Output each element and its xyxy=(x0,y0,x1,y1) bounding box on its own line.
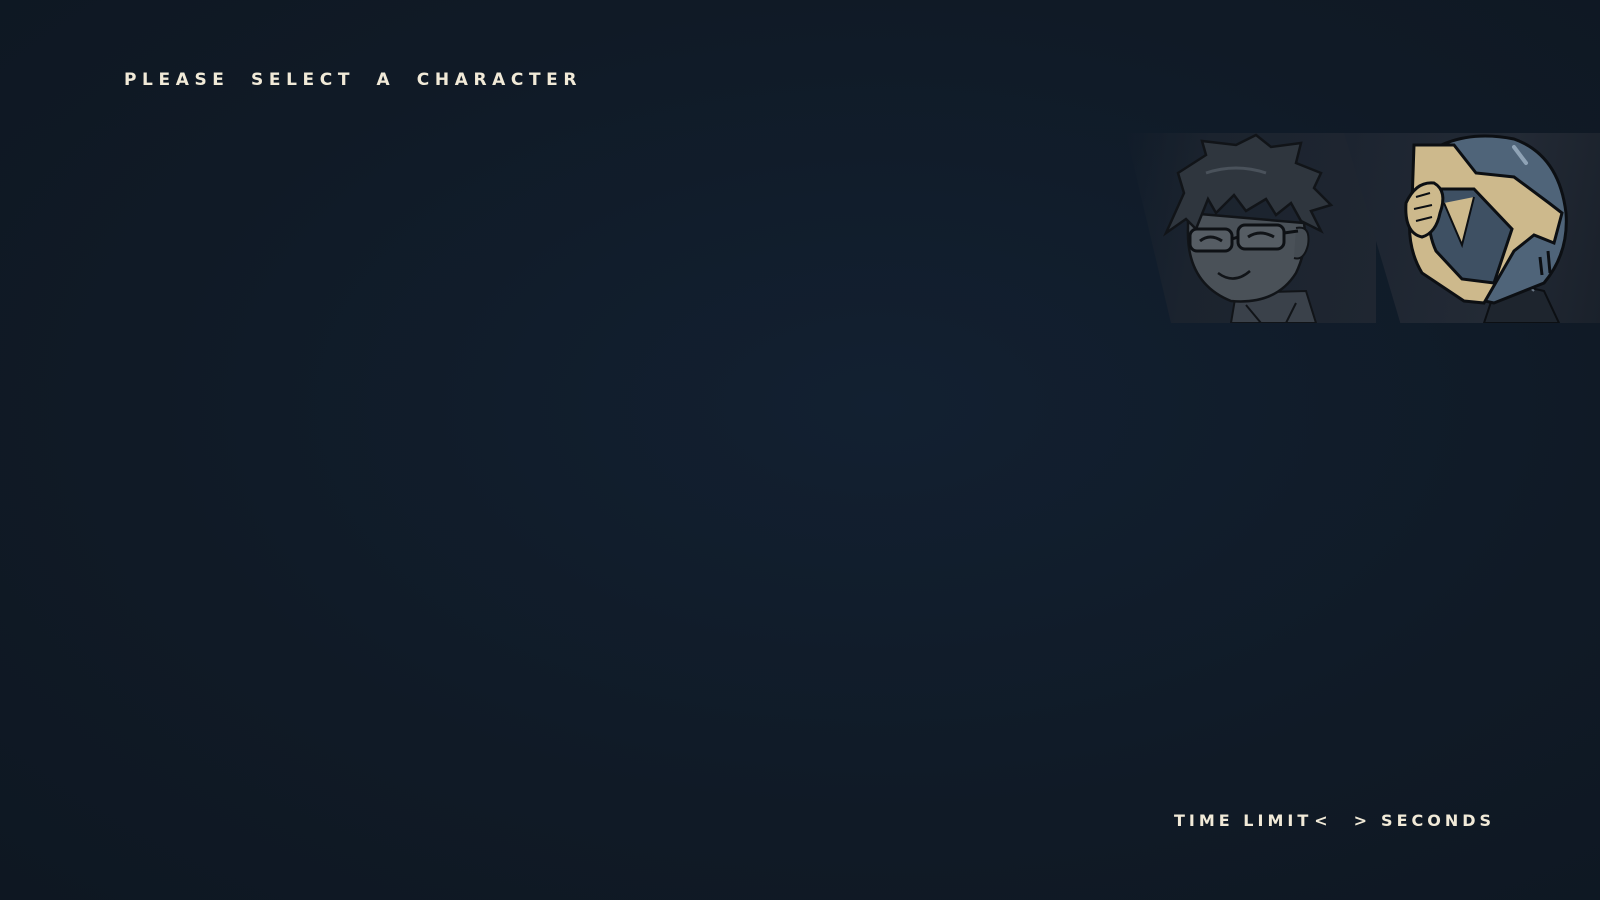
character-slot-2[interactable] xyxy=(1344,133,1600,323)
increase-time-arrow[interactable]: > xyxy=(1354,811,1371,830)
glasses-boy-portrait xyxy=(1162,133,1334,323)
helmeted-figure-portrait xyxy=(1404,134,1568,323)
decrease-time-arrow[interactable]: < xyxy=(1314,811,1331,830)
seconds-label: SECONDS xyxy=(1381,811,1496,830)
time-limit-label: TIME LIMIT xyxy=(1174,811,1313,830)
select-character-prompt: PLEASE SELECT A CHARACTER xyxy=(124,70,583,90)
character-select-screen: PLEASE SELECT A CHARACTER TIME LIMIT < >… xyxy=(0,0,1600,900)
character-slot-1[interactable] xyxy=(1126,133,1376,323)
character-roster xyxy=(1126,133,1600,323)
time-limit-setting: TIME LIMIT < > SECONDS xyxy=(1174,811,1495,830)
